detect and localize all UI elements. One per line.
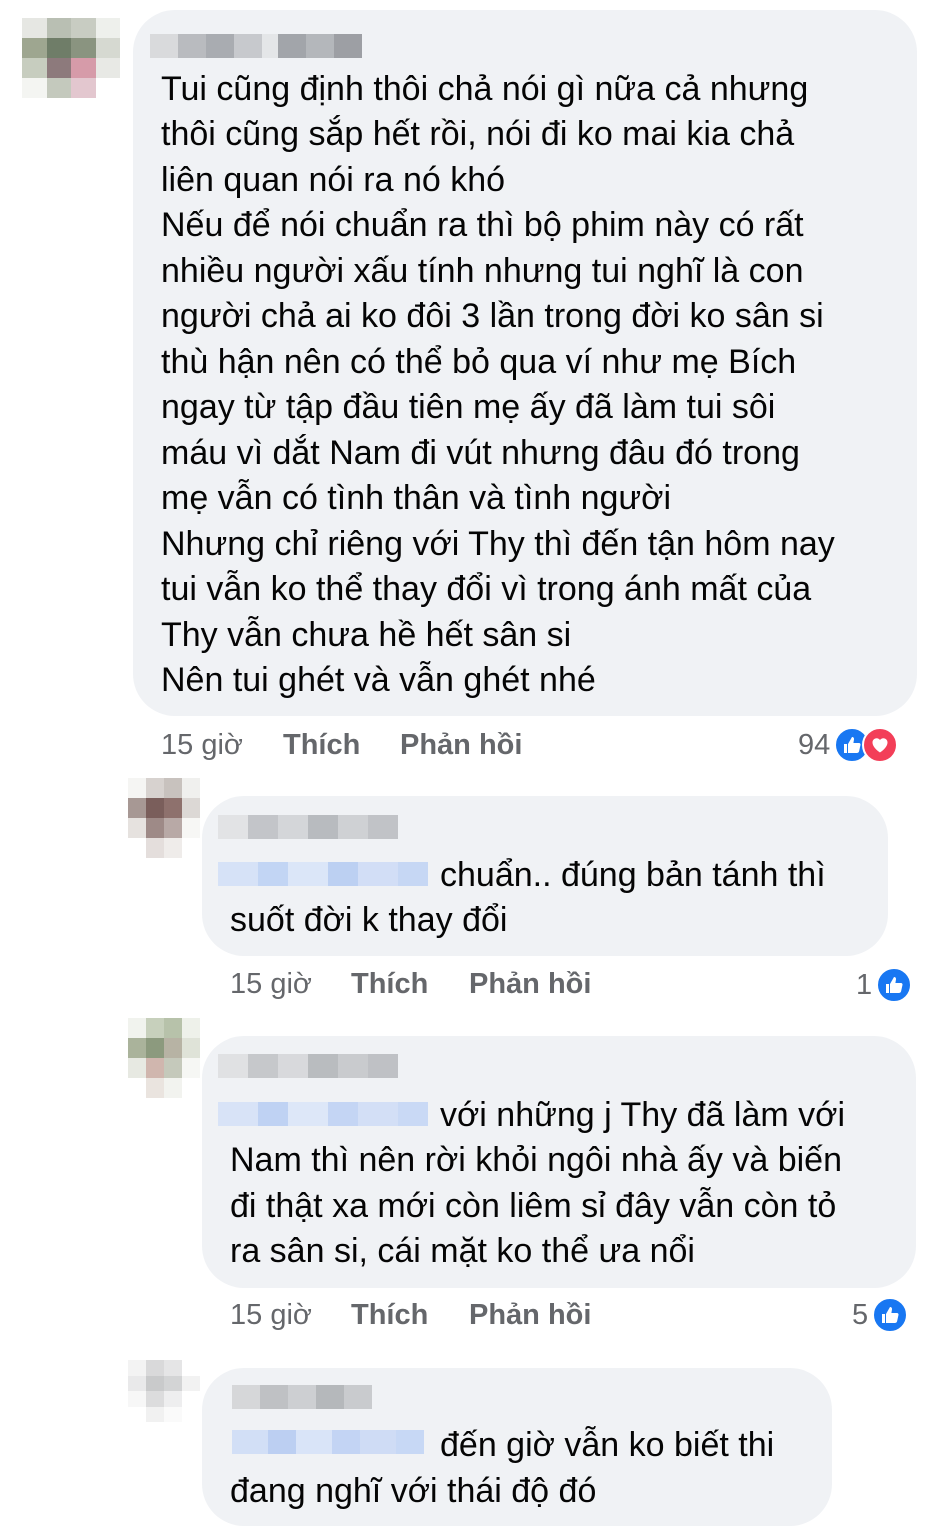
comment-line: máu vì dắt Nam đi vút nhưng đâu đó trong (161, 434, 800, 472)
reply-action[interactable]: Phản hồi (469, 966, 591, 1002)
reaction-count: 94 (798, 728, 831, 761)
reaction-summary[interactable]: 94 (798, 725, 899, 765)
comment-line: với những j Thy đã làm với (440, 1096, 845, 1134)
avatar[interactable] (128, 1360, 200, 1422)
comment-line: liên quan nói ra nó khó (161, 161, 506, 199)
author-name-blurred[interactable] (218, 815, 398, 839)
comment-line: nhiều người xấu tính nhưng tui nghĩ là c… (161, 252, 804, 290)
comment-line: Nhưng chỉ riêng với Thy thì đến tận hôm … (161, 525, 835, 563)
comment-line: suốt đời k thay đổi (230, 901, 508, 939)
comment-line: chuẩn.. đúng bản tánh thì (440, 856, 826, 894)
comment-timestamp[interactable]: 15 giờ (230, 966, 312, 1002)
love-icon (862, 727, 899, 763)
comment-line: Nếu để nói chuẩn ra thì bộ phim này có r… (161, 206, 804, 244)
comment-line: Nên tui ghét và vẫn ghét nhé (161, 661, 596, 699)
comment-line: mẹ vẫn có tình thân và tình người (161, 479, 672, 517)
avatar[interactable] (128, 1018, 200, 1098)
author-name-blurred[interactable] (150, 34, 362, 58)
tagged-name-blurred[interactable] (232, 1430, 424, 1454)
comment-line: đến giờ vẫn ko biết thi (440, 1426, 775, 1464)
tagged-name-blurred[interactable] (218, 1102, 428, 1126)
avatar[interactable] (128, 778, 200, 858)
avatar[interactable] (22, 18, 120, 98)
like-icon (876, 967, 913, 1003)
reply-action[interactable]: Phản hồi (400, 727, 522, 763)
reaction-summary[interactable]: 5 (852, 1295, 909, 1335)
comment-line: ngay từ tập đầu tiên mẹ ấy đã làm tui sô… (161, 388, 776, 426)
comment-line: Tui cũng định thôi chả nói gì nữa cả như… (161, 70, 809, 108)
comment-line: Thy vẫn chưa hề hết sân si (161, 616, 572, 654)
like-action[interactable]: Thích (351, 966, 428, 1002)
reaction-summary[interactable]: 1 (856, 965, 913, 1005)
author-name-blurred[interactable] (218, 1054, 398, 1078)
comment-line: người chả ai ko đôi 3 lần trong đời ko s… (161, 297, 824, 335)
reply-action[interactable]: Phản hồi (469, 1297, 591, 1333)
comment-line: đi thật xa mới còn liêm sỉ đây vẫn còn t… (230, 1187, 837, 1225)
author-name-blurred[interactable] (232, 1385, 372, 1409)
like-icon (872, 1297, 909, 1333)
comment-timestamp[interactable]: 15 giờ (230, 1297, 312, 1333)
comment-line: thù hận nên có thể bỏ qua ví như mẹ Bích (161, 343, 797, 381)
comment-line: Nam thì nên rời khỏi ngôi nhà ấy và biến (230, 1141, 842, 1179)
comment-line: đang nghĩ với thái độ đó (230, 1472, 597, 1510)
comment-timestamp[interactable]: 15 giờ (161, 727, 243, 763)
comment-line: tui vẫn ko thể thay đổi vì trong ánh mất… (161, 570, 812, 608)
tagged-name-blurred[interactable] (218, 862, 428, 886)
comment-line: ra sân si, cái mặt ko thể ưa nổi (230, 1232, 695, 1270)
comment-line: thôi cũng sắp hết rồi, nói đi ko mai kia… (161, 115, 795, 153)
reaction-count: 1 (856, 968, 873, 1001)
like-action[interactable]: Thích (283, 727, 360, 763)
like-action[interactable]: Thích (351, 1297, 428, 1333)
reaction-count: 5 (852, 1298, 869, 1331)
